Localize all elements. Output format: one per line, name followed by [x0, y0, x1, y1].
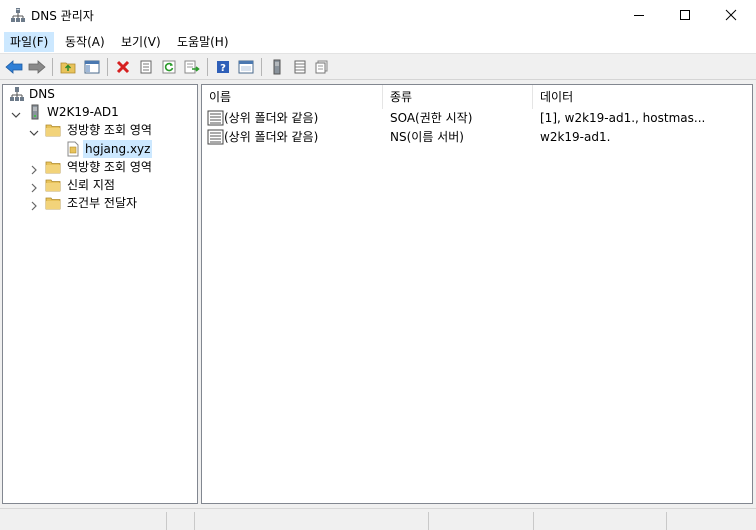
chevron-right-icon[interactable]: [29, 198, 39, 211]
toolbar-separator: [207, 58, 208, 76]
dns-server-icon: [10, 7, 26, 23]
column-header-data[interactable]: 데이터: [533, 85, 752, 109]
chevron-down-icon[interactable]: [29, 125, 39, 136]
status-divider: [166, 512, 167, 530]
properties-button[interactable]: [136, 58, 156, 76]
status-divider: [666, 512, 667, 530]
menu-bar: 파일(F) 동작(A) 보기(V) 도움말(H): [0, 30, 756, 53]
status-divider: [533, 512, 534, 530]
delete-button[interactable]: [113, 58, 133, 76]
server-icon: [273, 59, 281, 75]
toolbar: ?: [0, 53, 756, 80]
chevron-right-icon[interactable]: [29, 162, 39, 175]
delete-icon: [116, 60, 130, 74]
status-divider: [194, 512, 195, 530]
server-icon: [27, 104, 43, 120]
status-divider: [428, 512, 429, 530]
status-bar: [0, 508, 756, 530]
export-list-icon: [184, 60, 200, 74]
chevron-right-icon[interactable]: [29, 180, 39, 193]
toolbar-separator: [261, 58, 262, 76]
maximize-icon: [680, 10, 690, 20]
record-data: w2k19-ad1.: [540, 130, 611, 144]
column-header-name[interactable]: 이름: [202, 85, 383, 109]
properties-icon: [140, 60, 152, 74]
menu-file[interactable]: 파일(F): [4, 32, 55, 52]
menu-view[interactable]: 보기(V): [115, 32, 167, 52]
up-folder-icon: [60, 62, 76, 74]
records-list: 이름 종류 데이터 (상위 폴더와 같음) SOA(권한 시작) [1], w2…: [201, 84, 753, 504]
up-one-level-button[interactable]: [58, 58, 78, 76]
menu-help[interactable]: 도움말(H): [171, 32, 235, 52]
record-data: [1], w2k19-ad1., hostmas...: [540, 111, 706, 125]
close-button[interactable]: [708, 0, 754, 30]
forward-button[interactable]: [27, 58, 47, 76]
server-button[interactable]: [267, 58, 287, 76]
record-name: (상위 폴더와 같음): [224, 130, 319, 144]
client-area: DNS W2K19-AD1 정방향 조회 영역 hgjang.xyz 역방향 조…: [0, 80, 756, 508]
back-icon: [5, 60, 23, 74]
refresh-button[interactable]: [159, 58, 179, 76]
chevron-down-icon[interactable]: [11, 107, 21, 118]
tree-label-selected: hgjang.xyz: [83, 140, 153, 158]
export-list-button[interactable]: [182, 58, 202, 76]
toolbar-separator: [52, 58, 53, 76]
folder-icon: [45, 122, 61, 138]
folder-icon: [45, 195, 61, 211]
close-icon: [725, 9, 737, 21]
record-type: NS(이름 서버): [390, 130, 464, 144]
tree-label: DNS: [29, 87, 55, 101]
help-icon: ?: [217, 61, 229, 74]
record-type: SOA(권한 시작): [390, 111, 473, 125]
svg-text:?: ?: [220, 63, 226, 74]
record-icon: [315, 60, 328, 74]
console-tree: DNS W2K19-AD1 정방향 조회 영역 hgjang.xyz 역방향 조…: [2, 84, 198, 504]
zone-file-icon: [65, 141, 81, 157]
help-button[interactable]: ?: [213, 58, 233, 76]
show-console-icon: [238, 60, 254, 74]
record-button[interactable]: [312, 58, 332, 76]
tree-label: 정방향 조회 영역: [67, 123, 152, 137]
show-hide-tree-button[interactable]: [82, 58, 102, 76]
zone-list-button[interactable]: [290, 58, 310, 76]
tree-label: W2K19-AD1: [47, 105, 119, 119]
toolbar-separator: [107, 58, 108, 76]
tree-label: 역방향 조회 영역: [67, 160, 152, 174]
menu-action[interactable]: 동작(A): [59, 32, 111, 52]
record-icon: [207, 129, 225, 151]
maximize-button[interactable]: [662, 0, 708, 30]
minimize-icon: [634, 15, 644, 16]
zone-list-icon: [294, 60, 306, 74]
title-bar: DNS 관리자: [0, 0, 756, 30]
refresh-icon: [162, 60, 176, 74]
minimize-button[interactable]: [616, 0, 662, 30]
column-header-type[interactable]: 종류: [383, 85, 533, 109]
show-console-tree-button[interactable]: [236, 58, 256, 76]
show-hide-tree-icon: [84, 60, 100, 74]
dns-server-icon: [9, 86, 25, 102]
record-name: (상위 폴더와 같음): [224, 111, 319, 125]
window-title: DNS 관리자: [31, 9, 94, 23]
folder-icon: [45, 159, 61, 175]
folder-icon: [45, 177, 61, 193]
tree-label: 신뢰 지점: [67, 178, 115, 192]
tree-label: 조건부 전달자: [67, 196, 138, 210]
back-button[interactable]: [4, 58, 24, 76]
table-row[interactable]: (상위 폴더와 같음) SOA(권한 시작) [1], w2k19-ad1., …: [202, 109, 752, 128]
table-row[interactable]: (상위 폴더와 같음) NS(이름 서버) w2k19-ad1.: [202, 128, 752, 147]
forward-icon: [28, 60, 46, 74]
